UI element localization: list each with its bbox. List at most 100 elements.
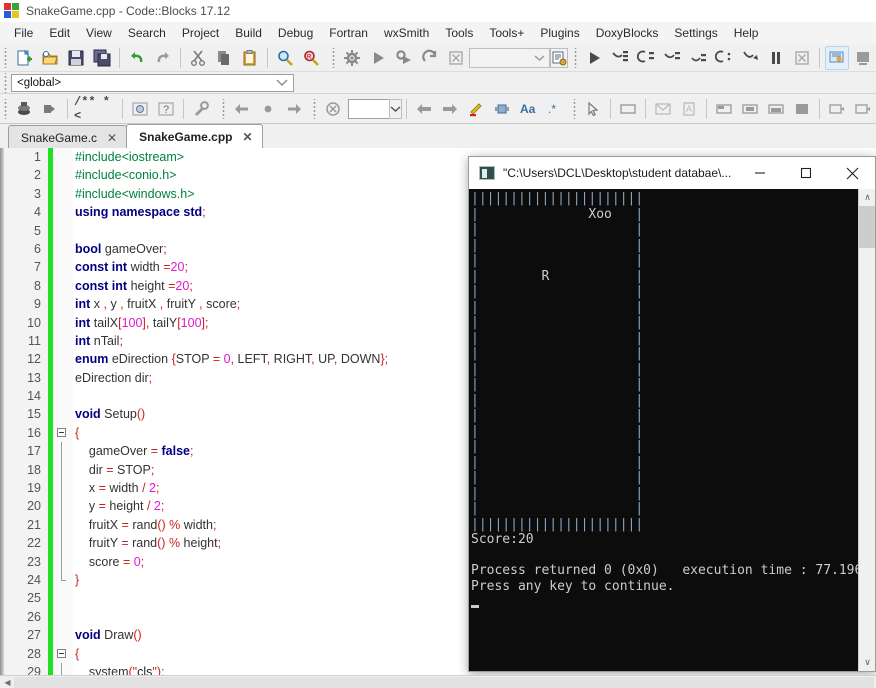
editor-tab-snakegame-c[interactable]: SnakeGame.c ✕ bbox=[8, 125, 128, 149]
minimize-button[interactable] bbox=[737, 157, 783, 189]
menu-item-doxyblocks[interactable]: DoxyBlocks bbox=[588, 24, 667, 42]
menu-item-help[interactable]: Help bbox=[726, 24, 767, 42]
console-scrollbar[interactable]: ∧ ∨ bbox=[858, 189, 875, 671]
open-file-icon[interactable] bbox=[38, 46, 62, 70]
save-icon[interactable] bbox=[64, 46, 88, 70]
next-instruction-icon[interactable] bbox=[686, 46, 710, 70]
cut-icon[interactable] bbox=[186, 46, 210, 70]
redo-icon[interactable] bbox=[151, 46, 175, 70]
wizard-page-icon[interactable] bbox=[825, 97, 849, 121]
next-line-icon[interactable] bbox=[608, 46, 632, 70]
menu-item-search[interactable]: Search bbox=[120, 24, 174, 42]
close-icon[interactable]: ✕ bbox=[107, 131, 117, 145]
nav-back-icon[interactable] bbox=[412, 97, 436, 121]
menu-item-wxsmith[interactable]: wxSmith bbox=[376, 24, 437, 42]
step-out-icon[interactable] bbox=[660, 46, 684, 70]
layout-fill-icon[interactable] bbox=[790, 97, 814, 121]
abort-icon[interactable] bbox=[444, 46, 468, 70]
stop-debugger-icon[interactable] bbox=[790, 46, 814, 70]
toolbar-grip[interactable] bbox=[572, 47, 579, 68]
rebuild-icon[interactable] bbox=[418, 46, 442, 70]
build-and-run-icon[interactable] bbox=[392, 46, 416, 70]
nav-forward-icon[interactable] bbox=[438, 97, 462, 121]
console-window[interactable]: "C:\Users\DCL\Desktop\student databae\..… bbox=[468, 156, 876, 672]
toolbar-grip[interactable] bbox=[571, 98, 578, 119]
toolbar-grip[interactable] bbox=[220, 98, 227, 119]
pointer-icon[interactable] bbox=[581, 97, 605, 121]
debugging-windows-icon[interactable] bbox=[825, 45, 849, 70]
build-gear-icon[interactable] bbox=[340, 46, 364, 70]
toolbar-grip[interactable] bbox=[311, 98, 318, 119]
frame-icon[interactable]: A bbox=[677, 97, 701, 121]
doxyblocks-run-icon[interactable] bbox=[12, 97, 36, 121]
hscroll-left-arrow[interactable]: ◀ bbox=[2, 677, 13, 688]
hscroll-track[interactable] bbox=[14, 677, 874, 688]
step-into-icon[interactable] bbox=[634, 46, 658, 70]
menu-item-project[interactable]: Project bbox=[174, 24, 227, 42]
regex-icon[interactable]: .* bbox=[542, 97, 566, 121]
break-debugger-icon[interactable] bbox=[764, 46, 788, 70]
build-target-options-icon[interactable] bbox=[550, 47, 568, 68]
doxywizard-icon[interactable] bbox=[128, 97, 152, 121]
console-body[interactable]: |||||||||||||||||||||| | Xoo | | | | | |… bbox=[469, 189, 875, 671]
build-target-combo[interactable] bbox=[469, 47, 550, 68]
menu-item-fortran[interactable]: Fortran bbox=[321, 24, 376, 42]
layout-top-icon[interactable] bbox=[712, 97, 736, 121]
debug-continue-icon[interactable] bbox=[582, 46, 606, 70]
comment-block-icon[interactable]: /** *< bbox=[73, 95, 117, 123]
find-icon[interactable] bbox=[273, 46, 297, 70]
layout-center-icon[interactable] bbox=[738, 97, 762, 121]
toolbar-grip[interactable] bbox=[330, 47, 337, 68]
layout-bottom-icon[interactable] bbox=[764, 97, 788, 121]
menu-item-build[interactable]: Build bbox=[227, 24, 270, 42]
close-button[interactable] bbox=[829, 157, 875, 189]
menu-item-plugins[interactable]: Plugins bbox=[532, 24, 587, 42]
toolbar-grip[interactable] bbox=[2, 98, 9, 119]
browse-forward-icon[interactable] bbox=[282, 97, 306, 121]
various-info-icon[interactable] bbox=[851, 46, 875, 70]
maximize-button[interactable] bbox=[783, 157, 829, 189]
scrollbar-thumb[interactable] bbox=[859, 206, 875, 248]
menu-item-view[interactable]: View bbox=[78, 24, 120, 42]
fold-toggle-icon[interactable] bbox=[57, 648, 66, 658]
dialog-icon[interactable] bbox=[651, 97, 675, 121]
menu-item-settings[interactable]: Settings bbox=[666, 24, 725, 42]
toolbar-grip[interactable] bbox=[2, 72, 9, 93]
menu-item-file[interactable]: File bbox=[6, 24, 41, 42]
paste-icon[interactable] bbox=[238, 46, 262, 70]
clear-browse-icon[interactable] bbox=[321, 97, 345, 121]
panel-icon[interactable] bbox=[616, 97, 640, 121]
editor-horizontal-scrollbar[interactable]: ◀ bbox=[0, 675, 876, 688]
replace-icon[interactable]: R bbox=[299, 46, 323, 70]
menu-item-debug[interactable]: Debug bbox=[270, 24, 321, 42]
doxyblocks-extract-icon[interactable] bbox=[38, 97, 62, 121]
step-into-instruction-icon[interactable] bbox=[712, 46, 736, 70]
undo-icon[interactable] bbox=[125, 46, 149, 70]
toolbar-grip[interactable] bbox=[2, 47, 9, 68]
doxyblocks-help-icon[interactable]: ? bbox=[154, 97, 178, 121]
menu-item-edit[interactable]: Edit bbox=[41, 24, 78, 42]
fold-margin[interactable] bbox=[53, 148, 73, 675]
font-icon[interactable]: Aa bbox=[516, 97, 540, 121]
search-dropdown-icon[interactable] bbox=[389, 98, 402, 119]
copy-icon[interactable] bbox=[212, 46, 236, 70]
scroll-down-arrow[interactable]: ∨ bbox=[859, 654, 875, 671]
editor-tab-snakegame-cpp[interactable]: SnakeGame.cpp ✕ bbox=[126, 124, 263, 149]
wizard-next-icon[interactable] bbox=[851, 97, 875, 121]
new-file-icon[interactable] bbox=[12, 46, 36, 70]
menu-item-tools[interactable]: Tools bbox=[437, 24, 481, 42]
scope-combo[interactable]: <global> bbox=[11, 73, 294, 92]
menu-item-tools-[interactable]: Tools+ bbox=[481, 24, 532, 42]
scroll-up-arrow[interactable]: ∧ bbox=[859, 189, 875, 206]
browse-back-icon[interactable] bbox=[230, 97, 254, 121]
doxyblocks-config-icon[interactable] bbox=[189, 97, 213, 121]
close-icon[interactable]: ✕ bbox=[242, 130, 252, 144]
run-to-cursor-icon[interactable] bbox=[738, 46, 762, 70]
edit-pencil-icon[interactable] bbox=[464, 97, 488, 121]
browse-stop-icon[interactable] bbox=[256, 97, 280, 121]
search-input[interactable] bbox=[348, 98, 390, 119]
insert-widget-icon[interactable] bbox=[490, 97, 514, 121]
run-icon[interactable] bbox=[366, 46, 390, 70]
save-all-icon[interactable] bbox=[90, 46, 114, 70]
fold-toggle-icon[interactable] bbox=[57, 428, 66, 437]
